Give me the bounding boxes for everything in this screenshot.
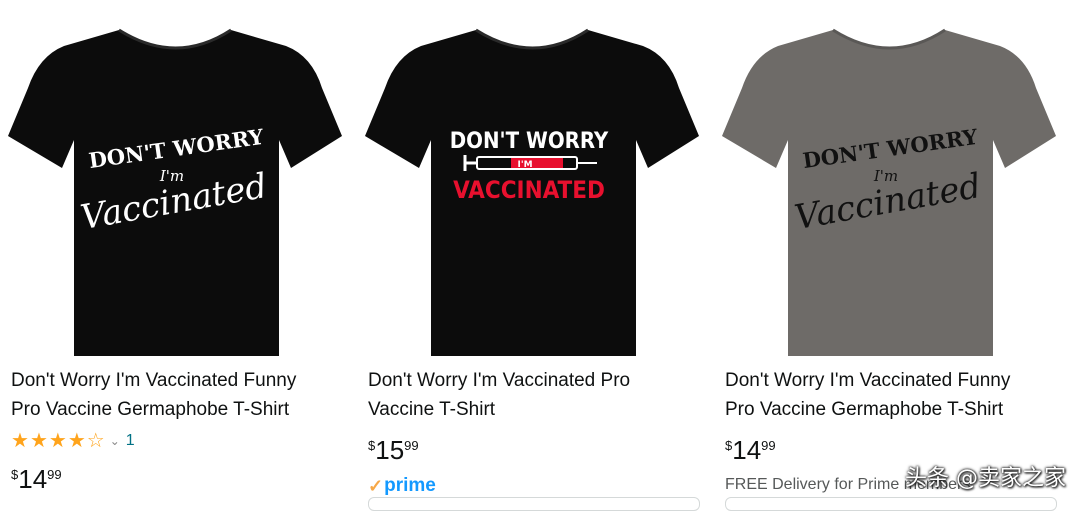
price-symbol: $ (368, 438, 376, 453)
price-fraction: 99 (404, 438, 419, 453)
star-full-icon: ★ (29, 430, 48, 452)
chevron-down-icon[interactable]: ⌄ (110, 434, 120, 448)
product-card-2[interactable]: DON'T WORRY I'M VACCINATED Don't Worry I… (361, 0, 701, 511)
shirt-print-text: VACCINATED (453, 176, 605, 204)
rating-count-link[interactable]: 1 (126, 432, 135, 450)
tshirt-image: DON'T WORRY I'M VACCINATED (365, 28, 699, 356)
product-title-line: Don't Worry I'm Vaccinated Funny (11, 370, 297, 391)
product-card-3[interactable]: DON'T WORRY I'm Vaccinated Don't Worry I… (718, 0, 1058, 511)
star-full-icon: ★ (48, 430, 67, 452)
star-empty-icon: ☆ (86, 430, 105, 452)
price-symbol: $ (11, 467, 19, 482)
price-fraction: 99 (761, 438, 776, 453)
star-full-icon: ★ (11, 430, 29, 452)
price-whole: 15 (375, 435, 405, 465)
product-card-1[interactable]: DON'T WORRY I'm Vaccinated Don't Worry I… (4, 0, 344, 505)
shirt-print-text: I'M (517, 160, 532, 170)
star-full-icon: ★ (67, 430, 86, 452)
product-title-line: Don't Worry I'm Vaccinated Funny (725, 370, 1011, 391)
prime-label: prime (384, 475, 436, 496)
prime-badge: ✓ prime (368, 475, 436, 497)
tshirt-image: DON'T WORRY I'm Vaccinated (8, 28, 342, 356)
product-title-line: Pro Vaccine Germaphobe T-Shirt (11, 399, 290, 420)
star-rating[interactable]: ★ ★ ★ ★ ☆ ⌄ 1 (11, 430, 135, 452)
product-title-link[interactable]: Don't Worry I'm Vaccinated Pro Vaccine T… (368, 366, 698, 424)
add-to-cart-button[interactable] (368, 497, 700, 511)
product-image-3[interactable]: DON'T WORRY I'm Vaccinated (718, 18, 1058, 363)
tshirt-image: DON'T WORRY I'm Vaccinated (722, 28, 1056, 356)
price-symbol: $ (725, 438, 733, 453)
add-to-cart-button[interactable] (725, 497, 1057, 511)
price-whole: 14 (732, 435, 762, 465)
product-title-link[interactable]: Don't Worry I'm Vaccinated Funny Pro Vac… (725, 366, 1055, 424)
product-title-link[interactable]: Don't Worry I'm Vaccinated Funny Pro Vac… (11, 366, 341, 424)
price: $ 14 99 (11, 465, 62, 493)
shirt-print-text: DON'T WORRY (450, 129, 609, 154)
price: $ 14 99 (725, 436, 776, 464)
price-whole: 14 (18, 464, 48, 494)
product-image-2[interactable]: DON'T WORRY I'M VACCINATED (361, 18, 701, 363)
watermark: 头条 @卖家之家 (905, 466, 1066, 491)
product-title-line: Pro Vaccine Germaphobe T-Shirt (725, 399, 1004, 420)
price: $ 15 99 (368, 436, 419, 464)
product-image-1[interactable]: DON'T WORRY I'm Vaccinated (4, 18, 344, 363)
product-title-line: Vaccine T-Shirt (368, 399, 496, 420)
price-fraction: 99 (47, 467, 62, 482)
product-title-line: Don't Worry I'm Vaccinated Pro (368, 370, 631, 391)
prime-check-icon: ✓ (368, 475, 384, 496)
